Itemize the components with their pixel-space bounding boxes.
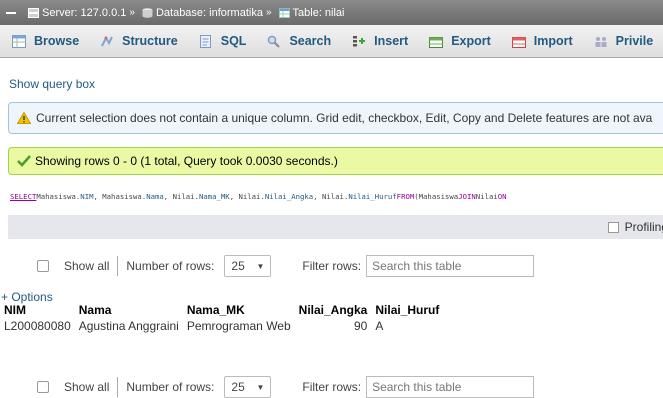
notice-text: Current selection does not contain a uni… xyxy=(36,111,653,125)
success-message: Showing rows 0 - 0 (1 total, Query took … xyxy=(8,147,663,175)
tab-label: Export xyxy=(451,34,491,48)
column-header-nim[interactable]: NIM xyxy=(0,302,75,317)
breadcrumb-server[interactable]: Server: 127.0.0.1 xyxy=(42,7,126,19)
breadcrumb-table[interactable]: Table: nilai xyxy=(293,7,345,19)
export-icon xyxy=(429,36,444,48)
sql-icon xyxy=(199,34,211,48)
cell-nama[interactable]: Agustina Anggraini xyxy=(75,317,183,334)
sql-keyword-join: JOIN xyxy=(458,191,476,201)
sql-column: Nilai_Angka xyxy=(264,191,314,201)
filter-label: Filter rows: xyxy=(302,259,362,273)
rows-label: Number of rows: xyxy=(126,380,215,394)
notice-message: Current selection does not contain a uni… xyxy=(8,102,663,134)
rows-select-value: 25 xyxy=(231,380,245,394)
tab-bar: Browse Structure SQL Search Insert Expor… xyxy=(0,25,663,58)
rows-select[interactable]: 25 ▼ xyxy=(224,376,272,398)
search-icon xyxy=(268,35,281,48)
tab-privileges[interactable]: Privile xyxy=(582,25,663,57)
tab-label: Search xyxy=(289,34,332,48)
sql-query: SELECT Mahasiswa. NIM, Mahasiswa. Nama, Ni… xyxy=(8,183,663,209)
import-icon xyxy=(511,36,526,48)
chevron-down-icon: ▼ xyxy=(256,261,265,271)
table-row[interactable]: L200080080 Agustina Anggraini Pemrograma… xyxy=(0,317,444,334)
column-header-nama-mk[interactable]: Nama_MK xyxy=(183,302,295,317)
tab-label: Browse xyxy=(34,34,80,48)
sql-column: Nama xyxy=(146,191,164,201)
tab-search[interactable]: Search xyxy=(255,25,340,57)
breadcrumb-database[interactable]: Database: informatika xyxy=(156,7,263,19)
tab-label: Structure xyxy=(122,34,178,48)
sql-keyword-on: ON xyxy=(497,191,507,201)
sql-fragment: Nilai xyxy=(475,191,498,201)
tab-insert[interactable]: Insert xyxy=(340,25,417,57)
cell-nim[interactable]: L200080080 xyxy=(0,317,75,334)
cell-nama-mk[interactable]: Pemrograman Web xyxy=(183,317,295,334)
structure-icon xyxy=(101,35,114,46)
sql-column: Nilai_Huruf xyxy=(348,191,397,201)
sql-fragment: , Nilai. xyxy=(229,191,265,201)
sql-fragment: (Mahasiswa xyxy=(414,191,459,201)
results-table: NIM Nama Nama_MK Nilai_Angka Nilai_Huruf… xyxy=(0,302,444,334)
show-all-checkbox[interactable] xyxy=(37,260,49,272)
tab-export[interactable]: Export xyxy=(417,25,500,57)
show-all-label: Show all xyxy=(64,380,110,394)
collapse-icon[interactable] xyxy=(6,11,16,14)
divider xyxy=(117,256,119,276)
sql-keyword-select[interactable]: SELECT xyxy=(10,192,36,201)
breadcrumb-separator: » xyxy=(129,7,135,18)
filter-input[interactable]: Search this table xyxy=(366,376,535,398)
database-icon xyxy=(142,7,153,18)
filter-label: Filter rows: xyxy=(302,380,362,394)
table-header-row: NIM Nama Nama_MK Nilai_Angka Nilai_Huruf xyxy=(0,302,443,317)
tab-label: Import xyxy=(533,34,573,48)
sql-column: NIM xyxy=(80,191,94,201)
table-navigation-top: Show all Number of rows: 25 ▼ Filter rows… xyxy=(37,254,535,278)
filter-input[interactable]: Search this table xyxy=(366,255,535,277)
tab-label: Insert xyxy=(374,34,409,48)
sql-fragment: , Nilai. xyxy=(163,191,199,201)
show-all-checkbox[interactable] xyxy=(37,381,49,393)
show-all-label: Show all xyxy=(64,259,110,273)
success-text: Showing rows 0 - 0 (1 total, Query took … xyxy=(35,154,338,168)
rows-select-value: 25 xyxy=(231,259,245,273)
chevron-down-icon: ▼ xyxy=(256,382,265,392)
tab-structure[interactable]: Structure xyxy=(88,25,187,57)
tab-browse[interactable]: Browse xyxy=(0,25,88,57)
sql-fragment: , Mahasiswa. xyxy=(93,191,147,201)
breadcrumb-separator: » xyxy=(265,7,272,18)
privileges-icon xyxy=(595,36,607,47)
divider xyxy=(117,377,119,397)
insert-icon xyxy=(353,35,366,46)
sql-fragment: , Nilai. xyxy=(313,191,349,201)
breadcrumb: Server: 127.0.0.1 » Database: informatik… xyxy=(0,0,663,25)
profiling-label: Profiling xyxy=(624,220,663,234)
check-icon xyxy=(17,155,31,167)
tab-import[interactable]: Import xyxy=(500,25,582,57)
browse-icon xyxy=(12,34,26,48)
server-icon xyxy=(28,7,39,18)
column-header-nilai-angka[interactable]: Nilai_Angka xyxy=(295,302,372,317)
tab-sql[interactable]: SQL xyxy=(187,25,256,57)
rows-select[interactable]: 25 ▼ xyxy=(224,255,272,277)
table-navigation-bottom: Show all Number of rows: 25 ▼ Filter rows… xyxy=(37,375,535,398)
profiling-bar: Profiling xyxy=(8,215,663,239)
column-header-nilai-huruf[interactable]: Nilai_Huruf xyxy=(371,302,443,317)
warning-icon xyxy=(17,112,31,124)
show-query-box-link[interactable]: Show query box xyxy=(9,77,95,91)
tab-label: SQL xyxy=(220,34,247,48)
sql-keyword-from: FROM xyxy=(396,191,415,201)
profiling-checkbox[interactable] xyxy=(607,221,619,233)
sql-fragment: Mahasiswa. xyxy=(36,191,81,201)
table-icon xyxy=(278,7,290,18)
column-header-nama[interactable]: Nama xyxy=(75,302,183,317)
sql-column: Nama_MK xyxy=(198,191,230,201)
cell-nilai-huruf[interactable]: A xyxy=(371,317,443,334)
cell-nilai-angka[interactable]: 90 xyxy=(295,317,372,334)
rows-label: Number of rows: xyxy=(126,259,215,273)
tab-label: Privile xyxy=(615,34,654,48)
